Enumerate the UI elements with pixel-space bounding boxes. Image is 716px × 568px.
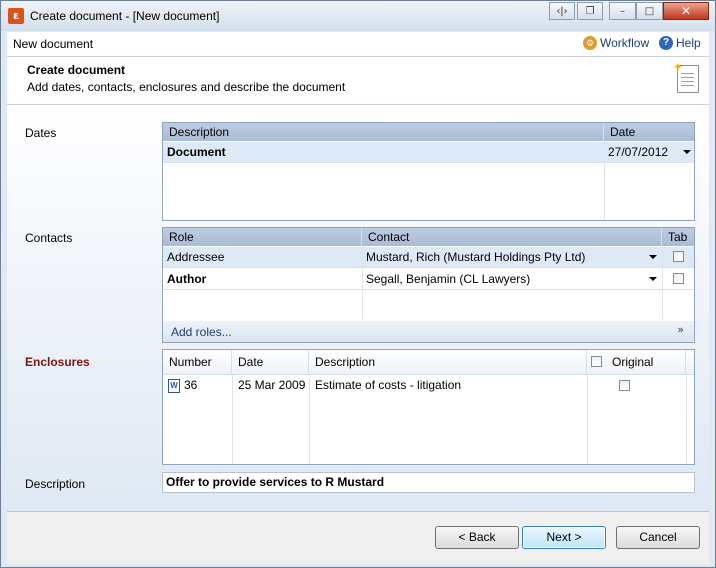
contacts-label: Contacts xyxy=(25,231,73,245)
restore-layout-icon[interactable]: ❐ xyxy=(577,2,603,20)
help-label: Help xyxy=(676,36,701,50)
original-checkbox[interactable] xyxy=(619,380,630,391)
tab-checkbox[interactable] xyxy=(673,273,684,284)
sparkle-icon: ✦ xyxy=(673,60,684,74)
dates-grid: Description Date Document 27/07/2012 xyxy=(162,122,695,221)
add-roles-bar[interactable]: Add roles... » xyxy=(163,321,694,342)
tab-checkbox[interactable] xyxy=(673,251,684,262)
dialog-window: ε Create document - [New document] ‹|› ❐… xyxy=(0,0,716,568)
select-all-checkbox[interactable] xyxy=(591,356,602,367)
table-row[interactable]: Author Segall, Benjamin (CL Lawyers) xyxy=(163,269,694,290)
banner-title: Create document xyxy=(27,63,126,77)
banner: Create document Add dates, contacts, enc… xyxy=(7,57,709,105)
enclosure-date-cell: 25 Mar 2009 xyxy=(238,378,306,392)
table-row[interactable]: Addressee Mustard, Rich (Mustard Holding… xyxy=(163,247,694,268)
word-document-icon: W xyxy=(168,379,180,393)
title-bar: ε Create document - [New document] ‹|› ❐… xyxy=(1,1,715,31)
contact-dropdown-icon[interactable] xyxy=(649,255,657,259)
enclosures-col-date[interactable]: Date xyxy=(232,350,309,374)
workflow-icon: ⚙ xyxy=(583,36,597,50)
enclosures-grid-header: Number Date Description Original xyxy=(163,350,694,375)
contacts-role-cell: Addressee xyxy=(167,250,225,264)
contact-dropdown-icon[interactable] xyxy=(649,277,657,281)
next-button[interactable]: Next > xyxy=(522,526,606,549)
table-row[interactable]: W 36 25 Mar 2009 Estimate of costs - lit… xyxy=(163,375,694,396)
minimize-button[interactable]: – xyxy=(609,2,636,20)
dates-col-description[interactable]: Description xyxy=(163,123,604,141)
contacts-col-contact[interactable]: Contact xyxy=(362,228,662,246)
header-title: New document xyxy=(13,37,94,51)
dates-date-cell[interactable]: 27/07/2012 xyxy=(604,142,682,162)
help-link[interactable]: ? Help xyxy=(659,36,701,50)
table-row[interactable]: Document 27/07/2012 xyxy=(163,142,694,163)
description-input[interactable]: Offer to provide services to R Mustard xyxy=(162,472,695,493)
contacts-contact-cell[interactable]: Segall, Benjamin (CL Lawyers) xyxy=(362,269,642,289)
contacts-grid-header: Role Contact Tab xyxy=(163,228,694,246)
workflow-label: Workflow xyxy=(600,36,650,50)
help-icon: ? xyxy=(659,36,673,50)
workflow-link[interactable]: ⚙ Workflow xyxy=(583,36,649,50)
enclosures-col-original[interactable]: Original xyxy=(606,350,686,374)
dates-description-cell: Document xyxy=(167,145,226,159)
description-label: Description xyxy=(25,477,86,491)
cancel-button[interactable]: Cancel xyxy=(616,526,700,549)
contacts-grid: Role Contact Tab Addressee Mustard, Rich… xyxy=(162,227,695,343)
footer-bar: < Back Next > Cancel xyxy=(7,511,709,564)
header-bar: New document ⚙ Workflow ? Help xyxy=(7,32,709,57)
date-dropdown-icon[interactable] xyxy=(683,150,691,154)
contacts-col-tab[interactable]: Tab xyxy=(662,228,694,246)
dates-col-date[interactable]: Date xyxy=(604,123,694,141)
maximize-button[interactable]: □ xyxy=(636,2,663,20)
add-roles-link[interactable]: Add roles... xyxy=(171,325,232,339)
banner-subtitle: Add dates, contacts, enclosures and desc… xyxy=(27,80,346,94)
enclosures-col-number[interactable]: Number xyxy=(163,350,232,374)
new-document-icon: ✦ xyxy=(673,60,699,93)
enclosures-label: Enclosures xyxy=(25,355,90,369)
app-icon: ε xyxy=(8,8,24,24)
contacts-contact-cell[interactable]: Mustard, Rich (Mustard Holdings Pty Ltd) xyxy=(362,247,642,267)
switch-window-icon[interactable]: ‹|› xyxy=(549,2,575,20)
back-button[interactable]: < Back xyxy=(435,526,519,549)
enclosure-description-cell: Estimate of costs - litigation xyxy=(315,378,462,392)
enclosures-grid: Number Date Description Original W 36 25… xyxy=(162,349,695,465)
expand-chevron-icon[interactable]: » xyxy=(677,323,684,336)
enclosure-number-cell: 36 xyxy=(184,378,198,392)
contacts-role-cell: Author xyxy=(167,272,207,286)
window-title: Create document - [New document] xyxy=(30,9,220,23)
close-button[interactable]: ✕ xyxy=(663,2,709,20)
enclosures-col-description[interactable]: Description xyxy=(309,350,587,374)
dates-grid-header: Description Date xyxy=(163,123,694,141)
dates-label: Dates xyxy=(25,126,57,140)
content-area: Dates Description Date Document 27/07/20… xyxy=(7,105,709,511)
contacts-col-role[interactable]: Role xyxy=(163,228,362,246)
